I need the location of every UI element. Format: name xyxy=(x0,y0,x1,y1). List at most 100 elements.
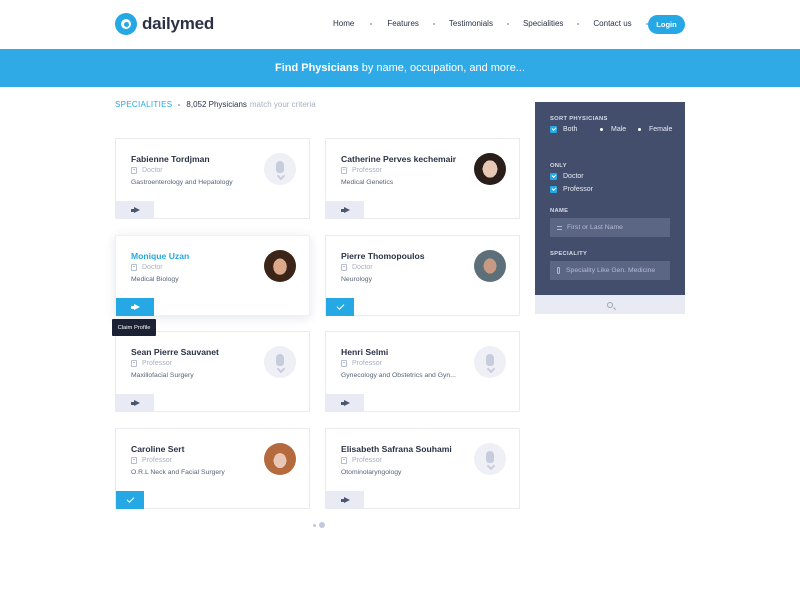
name-placeholder: First or Last Name xyxy=(567,224,623,231)
physician-name[interactable]: Caroline Sert xyxy=(131,444,185,454)
result-count: 8,052 Physicians xyxy=(186,100,247,109)
sort-male-option[interactable]: Male xyxy=(600,126,626,133)
specialities-filter-link[interactable]: Specialities xyxy=(115,100,172,109)
banner-title: Find Physicians xyxy=(274,62,359,74)
nav-home[interactable]: Home xyxy=(333,19,354,28)
speciality-input[interactable]: Speciality Like Gen. Medicine xyxy=(550,261,670,280)
physician-role: Doctor xyxy=(341,264,373,271)
physician-speciality: Medical Genetics xyxy=(341,179,394,186)
option-label: Male xyxy=(611,126,627,133)
page-dot-active[interactable] xyxy=(319,522,325,528)
claim-profile-button[interactable] xyxy=(326,394,364,412)
verified-button[interactable] xyxy=(116,491,144,509)
claim-profile-button[interactable] xyxy=(326,491,364,509)
physician-role: Professor xyxy=(131,457,172,464)
physician-name[interactable]: Fabienne Tordjman xyxy=(131,154,210,164)
header: dailymed Home Features Testimonials Spec… xyxy=(0,0,800,49)
nav-separator xyxy=(506,22,509,25)
nav-separator xyxy=(577,22,580,25)
login-button[interactable]: Login xyxy=(648,15,685,34)
nav-specialities[interactable]: Specialities xyxy=(523,19,563,28)
physician-speciality: Maxillofacial Surgery xyxy=(131,372,194,379)
pagination xyxy=(313,522,328,528)
physician-card[interactable]: Catherine Perves kechemair Professor Med… xyxy=(325,138,520,219)
physician-speciality: Gastroenterology and Hepatology xyxy=(131,179,233,186)
physician-card[interactable]: Fabienne Tordjman Doctor Gastroenterolog… xyxy=(115,138,310,219)
megaphone-icon xyxy=(340,401,350,406)
claim-profile-button[interactable] xyxy=(116,298,154,316)
sort-title: Sort Physicians xyxy=(550,116,608,122)
avatar xyxy=(264,443,296,475)
nav-contact[interactable]: Contact us xyxy=(593,19,631,28)
claim-profile-button[interactable] xyxy=(116,201,154,219)
sort-both-option[interactable]: Both xyxy=(550,126,577,133)
speciality-placeholder: Speciality Like Gen. Medicine xyxy=(566,267,656,274)
radio-icon[interactable] xyxy=(638,128,641,131)
radio-icon[interactable] xyxy=(600,128,603,131)
badge-icon xyxy=(131,360,137,367)
avatar-placeholder-icon xyxy=(474,346,506,378)
physician-name[interactable]: Pierre Thomopoulos xyxy=(341,251,425,261)
only-professor-option[interactable]: Professor xyxy=(550,186,593,193)
name-input[interactable]: First or Last Name xyxy=(550,218,670,237)
physician-name[interactable]: Henri Selmi xyxy=(341,347,388,357)
physician-card[interactable]: Sean Pierre Sauvanet Professor Maxillofa… xyxy=(115,331,310,412)
page-dot[interactable] xyxy=(313,523,316,527)
physician-speciality: Medical Biology xyxy=(131,276,179,283)
role-label: Professor xyxy=(142,457,172,464)
claim-profile-tooltip: Claim Profile xyxy=(112,319,156,336)
banner-subtitle: by name, occupation, and more... xyxy=(361,62,525,74)
nav-features[interactable]: Features xyxy=(387,19,419,28)
physician-name[interactable]: Elisabeth Safrana Souhami xyxy=(341,444,452,454)
only-doctor-option[interactable]: Doctor xyxy=(550,173,584,180)
physician-card[interactable]: Pierre Thomopoulos Doctor Neurology xyxy=(325,235,520,316)
physician-speciality: Neurology xyxy=(341,276,372,283)
avatar xyxy=(474,250,506,282)
badge-icon xyxy=(341,264,347,271)
nav-testimonials[interactable]: Testimonials xyxy=(449,19,493,28)
avatar-placeholder-icon xyxy=(264,346,296,378)
claim-profile-button[interactable] xyxy=(326,201,364,219)
checkbox-checked-icon[interactable] xyxy=(550,173,557,180)
physician-name[interactable]: Sean Pierre Sauvanet xyxy=(131,347,219,357)
physician-role: Professor xyxy=(341,457,382,464)
badge-icon xyxy=(341,360,347,367)
claim-profile-button[interactable] xyxy=(116,394,154,412)
physician-card[interactable]: Henri Selmi Professor Gynecology and Obs… xyxy=(325,331,520,412)
verified-button[interactable] xyxy=(326,298,354,316)
sort-female-option[interactable]: Female xyxy=(638,126,672,133)
megaphone-icon xyxy=(130,401,140,406)
check-icon xyxy=(336,302,344,310)
avatar xyxy=(474,153,506,185)
role-label: Professor xyxy=(352,457,382,464)
nav-separator xyxy=(432,22,435,25)
microscope-icon xyxy=(557,267,560,274)
badge-icon xyxy=(341,167,347,174)
checkbox-checked-icon[interactable] xyxy=(550,126,557,133)
option-label: Female xyxy=(649,126,673,133)
logo[interactable]: dailymed xyxy=(115,13,214,35)
megaphone-icon xyxy=(130,305,140,310)
search-banner: Find Physicians by name, occupation, and… xyxy=(0,49,800,87)
physician-card[interactable]: Elisabeth Safrana Souhami Professor Otom… xyxy=(325,428,520,509)
name-field-icon xyxy=(557,225,562,230)
search-button[interactable] xyxy=(535,295,685,314)
badge-icon xyxy=(131,167,137,174)
role-label: Professor xyxy=(142,360,172,367)
badge-icon xyxy=(341,457,347,464)
physician-name[interactable]: Monique Uzan xyxy=(131,251,189,261)
megaphone-icon xyxy=(340,498,350,503)
main-nav: Home Features Testimonials Specialities … xyxy=(333,19,662,28)
physician-card[interactable]: Monique Uzan Doctor Medical Biology xyxy=(115,235,310,316)
physician-speciality: Otominolaryngology xyxy=(341,469,402,476)
results-summary: Specialities 8,052 Physicians match your… xyxy=(115,100,316,109)
physician-role: Professor xyxy=(131,360,172,367)
speciality-title: Speciality xyxy=(550,251,588,257)
avatar-placeholder-icon xyxy=(264,153,296,185)
role-label: Doctor xyxy=(142,264,163,271)
physician-name[interactable]: Catherine Perves kechemair xyxy=(341,154,456,164)
option-label: Professor xyxy=(563,186,593,193)
checkbox-checked-icon[interactable] xyxy=(550,186,557,193)
physician-card[interactable]: Caroline Sert Professor O.R.L Neck and F… xyxy=(115,428,310,509)
avatar-placeholder-icon xyxy=(474,443,506,475)
